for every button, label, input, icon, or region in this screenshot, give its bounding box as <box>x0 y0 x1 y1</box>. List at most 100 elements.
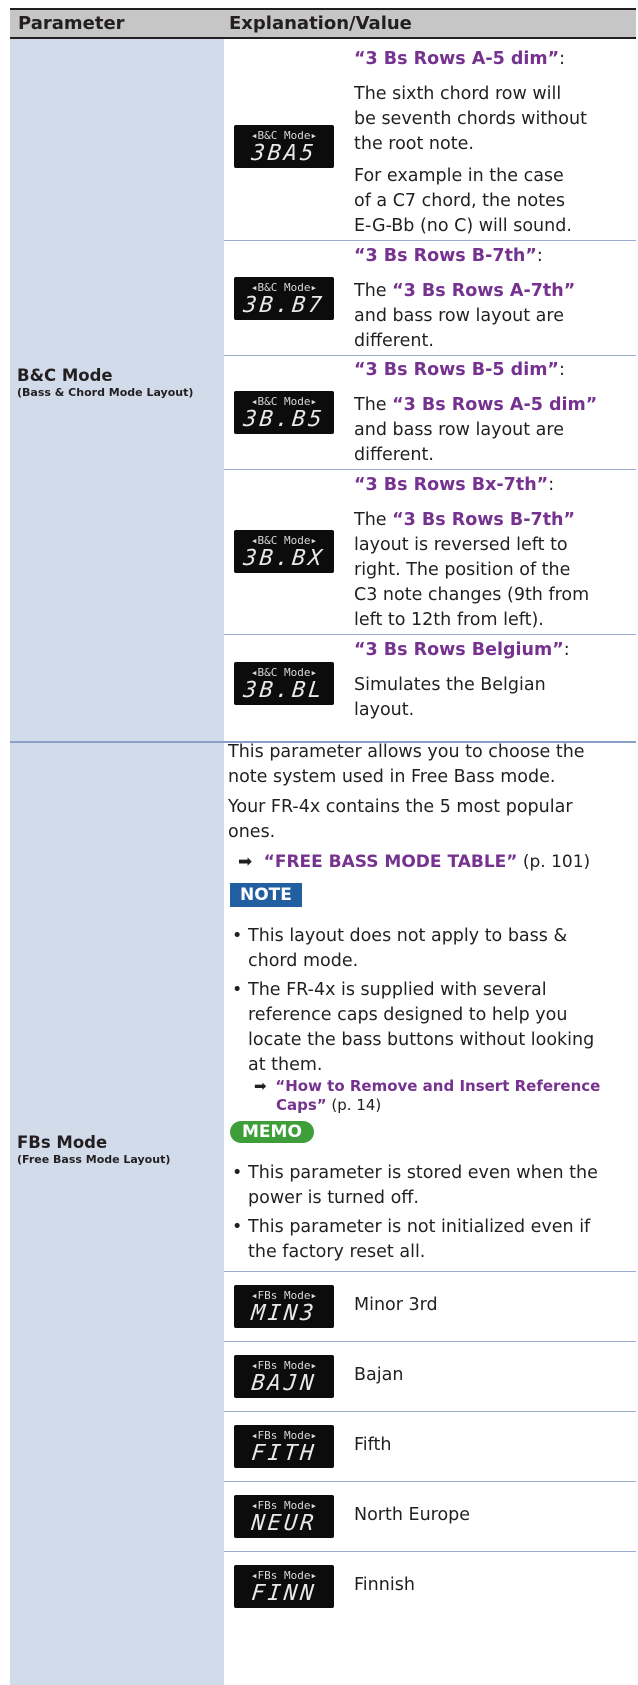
value-title: “3 Bs Rows Bx-7th” <box>354 475 549 495</box>
bc-mode-subtitle: (Bass & Chord Mode Layout) <box>17 386 194 399</box>
description-line: of a C7 chord, the notes <box>354 191 565 211</box>
row-divider <box>224 634 636 635</box>
lcd-value: 3B.BL <box>242 678 326 703</box>
description-line: C3 note changes (9th from <box>354 585 590 605</box>
lcd-display: ◂FBs Mode▸ FITH <box>234 1425 334 1468</box>
lcd-display: ◂B&C Mode▸ 3B.BL <box>234 662 334 705</box>
intro-line: ones. <box>228 822 276 842</box>
lcd-display: ◂FBs Mode▸ NEUR <box>234 1495 334 1538</box>
link-page: (p. 101) <box>517 852 591 872</box>
value-label: Fifth <box>354 1435 392 1455</box>
bullet-line: at them. <box>248 1055 323 1075</box>
description-line: layout. <box>354 700 415 720</box>
lcd-display: ◂FBs Mode▸ BAJN <box>234 1355 334 1398</box>
memo-badge: MEMO <box>230 1121 314 1143</box>
link-text[interactable]: “FREE BASS MODE TABLE” <box>264 852 518 872</box>
link-text[interactable]: Caps” <box>276 1096 327 1114</box>
bullet-line: chord mode. <box>248 951 359 971</box>
memo-bullet: This parameter is not initialized even i… <box>232 1215 634 1265</box>
intro-line: Your FR-4x contains the 5 most popular <box>228 797 573 817</box>
description-text: The <box>354 281 393 301</box>
fbs-mode-values-cell: This parameter allows you to choose the … <box>224 742 636 1685</box>
value-title: “3 Bs Rows B-5 dim” <box>354 360 559 380</box>
lcd-value: 3B.B5 <box>242 407 326 432</box>
lcd-value: 3BA5 <box>250 141 318 166</box>
header-parameter: Parameter <box>18 13 125 34</box>
bullet-line: the factory reset all. <box>248 1242 426 1262</box>
lcd-value: MIN3 <box>250 1301 318 1326</box>
intro-line: note system used in Free Bass mode. <box>228 767 556 787</box>
title-colon: : <box>548 475 555 495</box>
value-label: Bajan <box>354 1365 404 1385</box>
description-line: The sixth chord row will <box>354 84 562 104</box>
value-title: “3 Bs Rows A-5 dim” <box>354 49 560 69</box>
value-title: “3 Bs Rows B-7th” <box>354 246 537 266</box>
value-label: Minor 3rd <box>354 1295 438 1315</box>
lcd-value: BAJN <box>250 1371 318 1396</box>
description-line: and bass row layout are <box>354 306 564 326</box>
note-bullet: The FR-4x is supplied with several refer… <box>232 978 634 1078</box>
description-line: left to 12th from left). <box>354 610 544 630</box>
note-bullet: This layout does not apply to bass & cho… <box>232 924 634 974</box>
title-colon: : <box>563 640 570 660</box>
lcd-value: FITH <box>250 1441 318 1466</box>
description-line: For example in the case <box>354 166 564 186</box>
lcd-display: ◂B&C Mode▸ 3BA5 <box>234 125 334 168</box>
description-line: different. <box>354 445 434 465</box>
bullet-line: power is turned off. <box>248 1188 419 1208</box>
memo-bullet: This parameter is stored even when the p… <box>232 1161 634 1211</box>
bullet-line: The FR-4x is supplied with several <box>248 980 547 1000</box>
fbs-mode-name: FBs Mode <box>17 1133 108 1152</box>
reference-text: “3 Bs Rows B-7th” <box>392 510 576 530</box>
value-title: “3 Bs Rows Belgium” <box>354 640 564 660</box>
lcd-value: FINN <box>250 1581 318 1606</box>
lcd-display: ◂FBs Mode▸ MIN3 <box>234 1285 334 1328</box>
description-line: right. The position of the <box>354 560 571 580</box>
description-line: the root note. <box>354 134 474 154</box>
arrow-icon: ➡ <box>254 1077 267 1095</box>
description-text: The <box>354 510 393 530</box>
bc-mode-values-cell: ◂B&C Mode▸ 3BA5 “3 Bs Rows A-5 dim”: The… <box>224 39 636 741</box>
header-explanation: Explanation/Value <box>229 13 412 34</box>
row-divider <box>224 355 636 356</box>
page-link-free-bass-table[interactable]: ➡ “FREE BASS MODE TABLE” (p. 101) <box>238 850 634 875</box>
row-divider <box>224 1411 636 1412</box>
title-colon: : <box>558 360 565 380</box>
row-divider <box>224 1341 636 1342</box>
reference-text: “3 Bs Rows A-5 dim” <box>392 395 598 415</box>
description-line: layout is reversed left to <box>354 535 568 555</box>
bc-mode-name: B&C Mode <box>17 366 113 385</box>
page-link-reference-caps[interactable]: ➡ “How to Remove and Insert Reference Ca… <box>254 1077 634 1115</box>
lcd-value: 3B.B7 <box>242 293 326 318</box>
bullet-line: This parameter is stored even when the <box>248 1163 598 1183</box>
bullet-line: This layout does not apply to bass & <box>248 926 568 946</box>
link-text[interactable]: “How to Remove and Insert Reference <box>275 1077 600 1095</box>
description-line: different. <box>354 331 434 351</box>
bullet-line: This parameter is not initialized even i… <box>248 1217 591 1237</box>
bullet-line: locate the bass buttons without looking <box>248 1030 595 1050</box>
bullet-line: reference caps designed to help you <box>248 1005 568 1025</box>
description-line: and bass row layout are <box>354 420 564 440</box>
row-divider <box>224 469 636 470</box>
table-header: Parameter Explanation/Value <box>10 8 636 39</box>
description-line: be seventh chords without <box>354 109 587 129</box>
intro-line: This parameter allows you to choose the <box>228 742 585 762</box>
lcd-display: ◂B&C Mode▸ 3B.BX <box>234 530 334 573</box>
bc-mode-label-cell: B&C Mode (Bass & Chord Mode Layout) <box>10 39 224 741</box>
lcd-display: ◂B&C Mode▸ 3B.B5 <box>234 391 334 434</box>
row-divider <box>224 1551 636 1552</box>
lcd-value: 3B.BX <box>242 546 326 571</box>
fbs-mode-label-cell: FBs Mode (Free Bass Mode Layout) <box>10 743 224 1685</box>
row-divider <box>224 1271 636 1272</box>
note-badge: NOTE <box>230 883 302 907</box>
row-divider <box>224 1481 636 1482</box>
description-text: The <box>354 395 393 415</box>
description-line: Simulates the Belgian <box>354 675 546 695</box>
title-colon: : <box>559 49 566 69</box>
description-line: E-G-Bb (no C) will sound. <box>354 216 572 236</box>
value-label: North Europe <box>354 1505 471 1525</box>
reference-text: “3 Bs Rows A-7th” <box>392 281 576 301</box>
title-colon: : <box>536 246 543 266</box>
arrow-icon: ➡ <box>238 852 253 872</box>
row-divider <box>224 240 636 241</box>
